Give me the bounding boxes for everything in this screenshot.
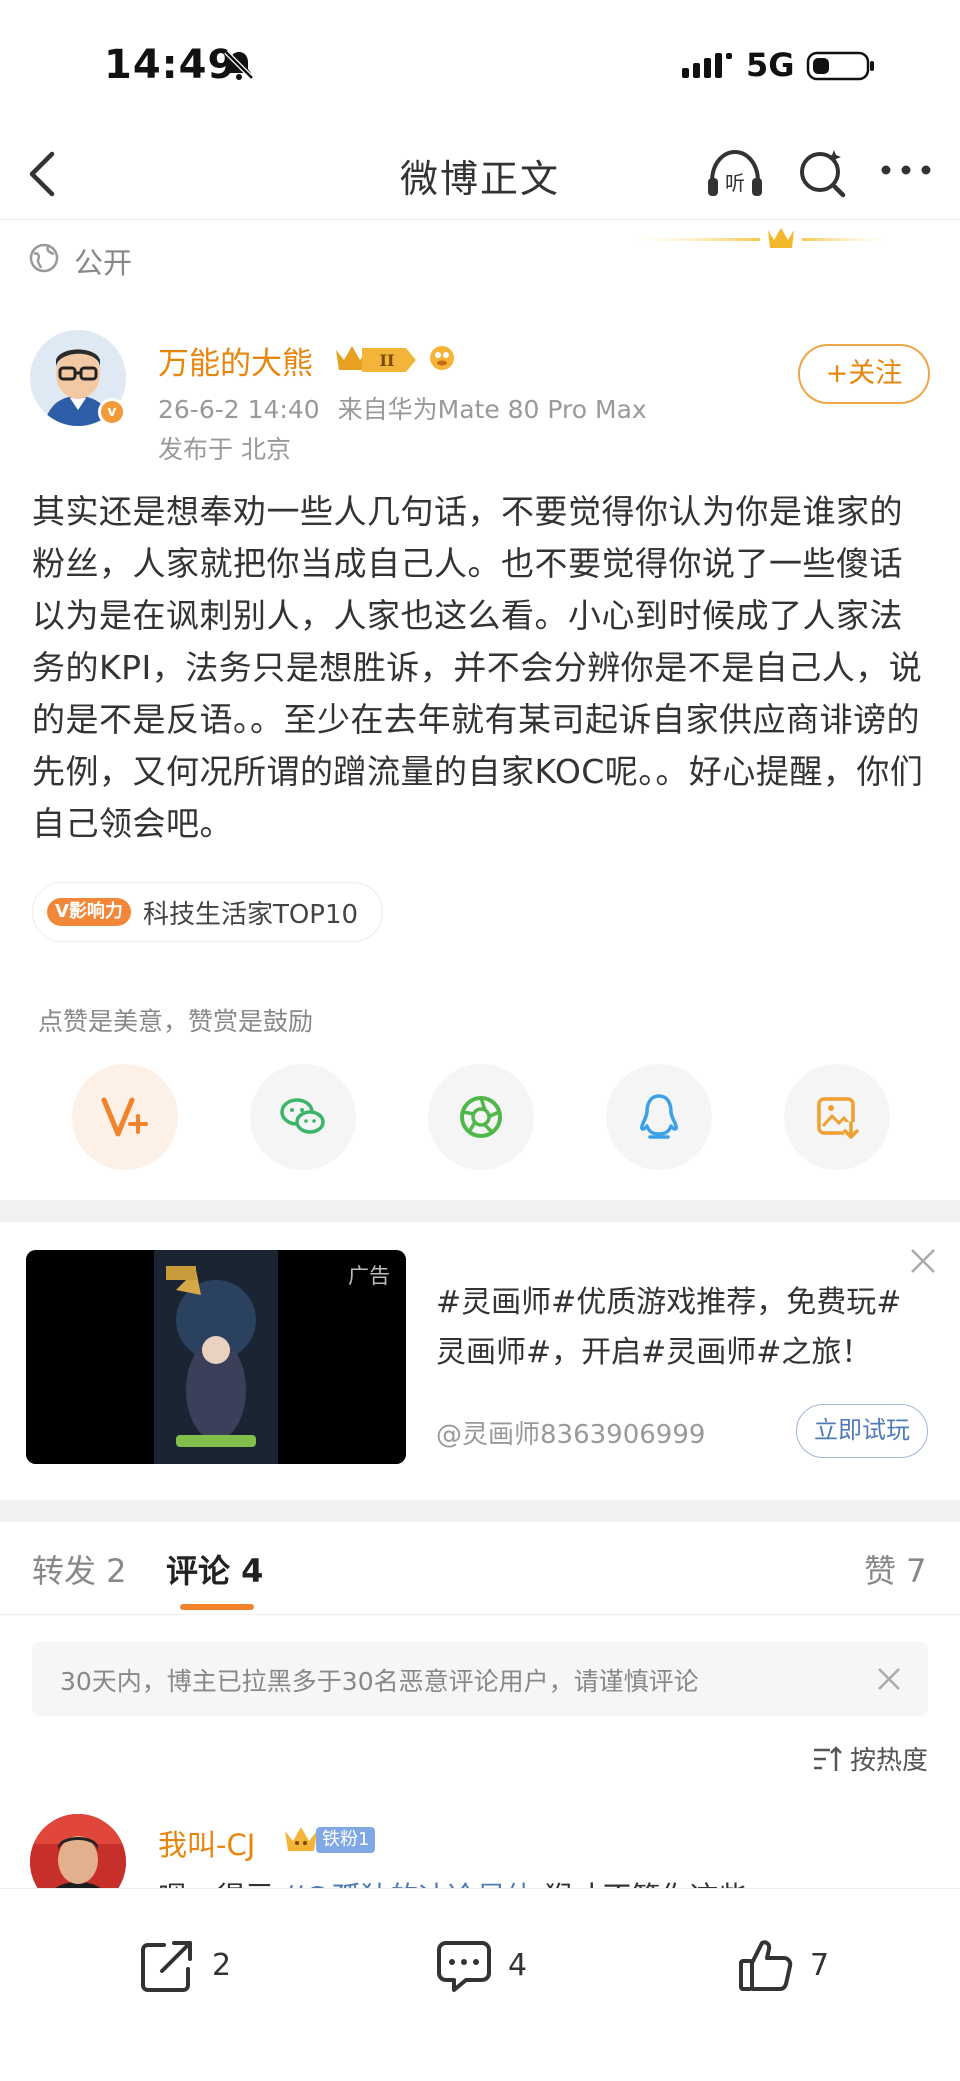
crown-decoration-icon — [630, 228, 890, 248]
repost-icon — [141, 1941, 192, 1992]
comment-notice-text: 30天内，博主已拉黑多于30名恶意评论用户，请谨慎评论 — [60, 1667, 699, 1696]
visibility-label: 公开 — [74, 246, 133, 280]
try-now-button[interactable]: 立即试玩 — [796, 1404, 928, 1458]
comment-button[interactable]: 4 — [434, 1935, 527, 1995]
save-image-icon — [817, 1097, 859, 1139]
network-type: 5G — [746, 46, 795, 84]
like-count: 7 — [810, 1947, 830, 1983]
influence-text: 科技生活家TOP10 — [142, 899, 359, 930]
svg-text:II: II — [380, 351, 395, 370]
bottom-action-bar: 2 4 7 — [0, 1888, 960, 2081]
commenter-name[interactable]: 我叫-CJ — [158, 1822, 255, 1864]
status-time: 14:49 — [104, 42, 237, 88]
repost-count: 2 — [212, 1947, 232, 1983]
praise-reward-button[interactable] — [72, 1064, 178, 1170]
section-divider — [0, 1500, 960, 1522]
repost-button[interactable]: 2 — [138, 1935, 231, 1995]
signal-icon — [682, 53, 732, 78]
follow-button[interactable]: +关注 — [798, 344, 930, 404]
comment-notice: 30天内，博主已拉黑多于30名恶意评论用户，请谨慎评论 — [32, 1642, 928, 1716]
tabs-divider — [0, 1614, 960, 1615]
listen-headphones-icon[interactable]: 听 — [704, 144, 766, 204]
influence-v-badge: V影响力 — [47, 898, 131, 926]
post-date-time: 26-6-2 14:40 — [158, 395, 320, 424]
post-source: 来自华为Mate 80 Pro Max — [337, 395, 647, 424]
globe-icon — [29, 243, 59, 273]
post-text: 其实还是想奉劝一些人几句话，不要觉得你认为你是谁家的粉丝，人家就把你当成自己人。… — [32, 492, 924, 843]
section-divider — [0, 1200, 960, 1222]
svg-text:听: 听 — [725, 171, 745, 195]
ad-thumbnail[interactable]: 广告 — [26, 1250, 406, 1464]
share-wechat-button[interactable] — [250, 1064, 356, 1170]
sort-icon — [814, 1746, 842, 1771]
close-icon[interactable] — [906, 1244, 940, 1278]
search-icon[interactable] — [796, 144, 848, 202]
bell-muted-icon — [224, 50, 254, 80]
comment-count: 4 — [508, 1947, 528, 1983]
tab-reposts[interactable]: 转发 2 — [32, 1546, 127, 1592]
save-image-button[interactable] — [784, 1064, 890, 1170]
wechat-icon — [280, 1098, 325, 1134]
verified-badge-icon: v — [98, 398, 126, 426]
influence-tag[interactable]: V影响力 科技生活家TOP10 — [32, 882, 384, 942]
praise-hint: 点赞是美意，赞赏是鼓励 — [38, 1007, 314, 1036]
like-button[interactable]: 7 — [736, 1935, 829, 1995]
share-row — [0, 1064, 960, 1174]
ad-text[interactable]: #灵画师#优质游戏推荐，免费玩#灵画师#，开启#灵画师#之旅！ — [436, 1278, 926, 1378]
comment-icon — [437, 1941, 491, 1992]
sort-label: 按热度 — [850, 1746, 929, 1776]
ad-author[interactable]: @灵画师8363906999 — [436, 1414, 705, 1451]
qq-icon — [640, 1094, 678, 1139]
status-bar: 14:49 5G — [0, 0, 960, 130]
moments-icon — [460, 1096, 502, 1138]
author-name[interactable]: 万能的大熊 — [158, 338, 313, 383]
tab-comments[interactable]: 评论 4 — [166, 1546, 263, 1592]
member-crown-badge-icon[interactable]: II — [332, 340, 462, 380]
praise-v-icon — [101, 1097, 148, 1137]
ad-label: 广告 — [348, 1264, 390, 1288]
more-icon[interactable] — [880, 160, 932, 180]
battery-icon — [806, 51, 874, 81]
share-qq-button[interactable] — [606, 1064, 712, 1170]
share-moments-button[interactable] — [428, 1064, 534, 1170]
fan-badge-label: 铁粉1 — [316, 1827, 376, 1853]
active-tab-indicator — [180, 1604, 254, 1610]
post-meta: 26-6-2 14:40 来自华为Mate 80 Pro Max — [158, 390, 657, 426]
post-location: 发布于 北京 — [158, 435, 291, 464]
close-icon[interactable] — [874, 1664, 904, 1694]
fan-badge: 铁粉1 — [282, 1824, 376, 1856]
nav-bar: 微博正文 听 — [0, 130, 960, 220]
tab-likes[interactable]: 赞 7 — [864, 1546, 927, 1592]
thumbs-up-icon — [739, 1940, 793, 1991]
fan-crown-icon — [285, 1827, 317, 1851]
